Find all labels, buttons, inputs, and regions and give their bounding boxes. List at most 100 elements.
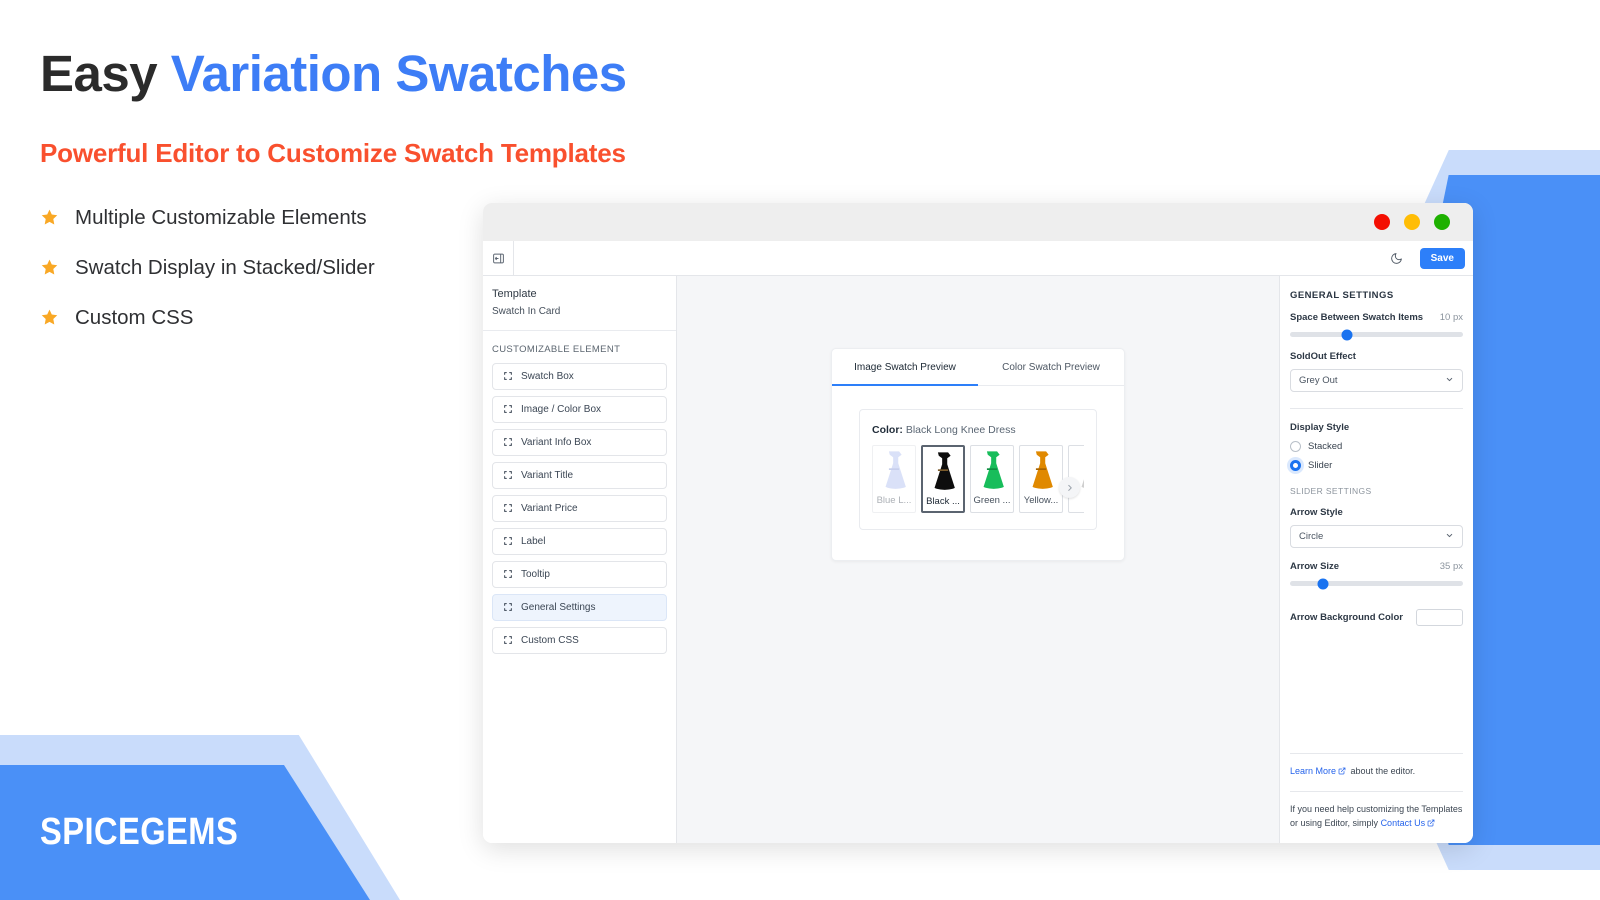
radio-label: Stacked: [1308, 441, 1343, 452]
close-dot-red[interactable]: [1374, 214, 1390, 230]
divider: [1290, 753, 1463, 755]
headline-accent: Variation Swatches: [170, 45, 627, 102]
learn-more-link[interactable]: Learn More: [1290, 766, 1336, 776]
arrow-bg-color-row: Arrow Background Color: [1290, 609, 1463, 626]
contact-us-link[interactable]: Contact Us: [1381, 818, 1426, 828]
space-between-row: Space Between Swatch Items 10 px: [1290, 312, 1463, 323]
feature-list: Multiple Customizable Elements Swatch Di…: [40, 204, 430, 354]
arrow-bg-color-picker[interactable]: [1416, 609, 1463, 626]
sidebar-item-general-settings[interactable]: General Settings: [492, 594, 667, 621]
soldout-effect-select[interactable]: Grey Out: [1290, 369, 1463, 392]
left-sidebar: Template Swatch In Card CUSTOMIZABLE ELE…: [483, 276, 677, 843]
sidebar-item-label: Variant Price: [521, 503, 578, 514]
preview-tabs: Image Swatch Preview Color Swatch Previe…: [832, 349, 1124, 386]
minimize-dot-yellow[interactable]: [1404, 214, 1420, 230]
external-link-icon: [1338, 766, 1346, 780]
learn-more-tail: about the editor.: [1350, 766, 1416, 777]
sidebar-item-variant-info-box[interactable]: Variant Info Box: [492, 429, 667, 456]
frame-icon: [503, 533, 513, 551]
swatch-label: Yellow...: [1023, 495, 1059, 506]
settings-footer: Learn More about the editor. If you need…: [1290, 753, 1463, 843]
frame-icon: [503, 467, 513, 485]
tab-color-swatch-preview[interactable]: Color Swatch Preview: [978, 349, 1124, 386]
swatch-item[interactable]: Blue L...: [872, 445, 916, 513]
arrow-size-label: Arrow Size: [1290, 561, 1340, 572]
frame-icon: [503, 599, 513, 617]
swatch-item[interactable]: Yellow...: [1019, 445, 1063, 513]
toolbar-actions: Save: [1387, 247, 1473, 269]
radio-label: Slider: [1308, 460, 1333, 471]
window-titlebar: [483, 203, 1473, 241]
dress-icon: [873, 446, 915, 492]
sidebar-item-label: Swatch Box: [521, 371, 574, 382]
help-text: If you need help customizing the Templat…: [1290, 804, 1463, 829]
app-window: Save Template Swatch In Card CUSTOMIZABL…: [483, 203, 1473, 843]
maximize-dot-green[interactable]: [1434, 214, 1450, 230]
template-label: Template: [492, 288, 537, 300]
swatch-stage: Color: Black Long Knee Dress Blue L... B…: [832, 386, 1124, 553]
arrow-style-value: Circle: [1299, 531, 1324, 542]
sidebar-item-label: Variant Info Box: [521, 437, 592, 448]
sidebar-item-label: Variant Title: [521, 470, 574, 481]
editor-toolbar: Save: [483, 241, 1473, 276]
sidebar-item-swatch-box[interactable]: Swatch Box: [492, 363, 667, 390]
star-icon: [40, 308, 59, 332]
chevron-down-icon: [1445, 375, 1454, 387]
attribute-value: Black Long Knee Dress: [905, 424, 1016, 436]
arrow-size-slider[interactable]: [1290, 578, 1463, 589]
panel-collapse-button[interactable]: [483, 241, 514, 275]
feature-label: Custom CSS: [75, 306, 194, 329]
display-style-label: Display Style: [1290, 422, 1350, 433]
moon-icon[interactable]: [1387, 248, 1407, 268]
swatch-box: Color: Black Long Knee Dress Blue L... B…: [859, 409, 1097, 530]
settings-spacer: [1290, 626, 1463, 753]
chevron-right-icon[interactable]: [1059, 476, 1080, 498]
radio-stacked[interactable]: Stacked: [1290, 441, 1463, 452]
frame-icon: [503, 632, 513, 650]
slider-thumb[interactable]: [1341, 329, 1353, 340]
divider: [1290, 408, 1463, 409]
settings-title: GENERAL SETTINGS: [1290, 290, 1394, 301]
swatch-label: Green ...: [973, 495, 1011, 506]
arrow-size-row: Arrow Size 35 px: [1290, 561, 1463, 572]
radio-icon-selected: [1290, 460, 1301, 471]
space-between-slider[interactable]: [1290, 329, 1463, 340]
dress-icon: [1020, 446, 1062, 492]
arrow-style-label: Arrow Style: [1290, 507, 1343, 518]
sidebar-item-label[interactable]: Label: [492, 528, 667, 555]
radio-slider[interactable]: Slider: [1290, 460, 1463, 471]
brand-logo-text: SPICEGEMS: [40, 811, 239, 853]
frame-icon: [503, 500, 513, 518]
feature-label: Swatch Display in Stacked/Slider: [75, 256, 375, 279]
tab-image-swatch-preview[interactable]: Image Swatch Preview: [832, 349, 978, 386]
sidebar-item-custom-css[interactable]: Custom CSS: [492, 627, 667, 654]
attribute-label: Color:: [872, 424, 903, 436]
swatch-row: Blue L... Black ... Green ... Yellow...: [872, 445, 1084, 513]
frame-icon: [503, 434, 513, 452]
swatch-item[interactable]: Green ...: [970, 445, 1014, 513]
sidebar-item-variant-price[interactable]: Variant Price: [492, 495, 667, 522]
arrow-style-select[interactable]: Circle: [1290, 525, 1463, 548]
sidebar-item-variant-title[interactable]: Variant Title: [492, 462, 667, 489]
swatch-label: Blue L...: [876, 495, 912, 506]
frame-icon: [503, 368, 513, 386]
preview-canvas: Image Swatch Preview Color Swatch Previe…: [677, 276, 1279, 843]
space-between-value: 10 px: [1439, 312, 1463, 323]
attribute-line: Color: Black Long Knee Dress: [872, 424, 1084, 436]
sidebar-item-tooltip[interactable]: Tooltip: [492, 561, 667, 588]
template-block: Template Swatch In Card: [483, 276, 676, 331]
swatch-item[interactable]: Black ...: [921, 445, 965, 513]
page-subtitle: Powerful Editor to Customize Swatch Temp…: [40, 138, 626, 168]
divider: [1290, 791, 1463, 793]
slider-thumb[interactable]: [1317, 578, 1329, 589]
customizable-element-list: Swatch Box Image / Color Box Variant Inf…: [483, 363, 676, 654]
star-icon: [40, 258, 59, 282]
settings-sidebar: GENERAL SETTINGS Space Between Swatch It…: [1279, 276, 1473, 843]
save-button[interactable]: Save: [1419, 247, 1465, 269]
swatch-label: Black ...: [926, 496, 960, 507]
external-link-icon: [1427, 818, 1435, 832]
sidebar-item-image-color-box[interactable]: Image / Color Box: [492, 396, 667, 423]
sidebar-item-label: Label: [521, 536, 546, 547]
frame-icon: [503, 566, 513, 584]
chevron-down-icon: [1445, 531, 1454, 543]
